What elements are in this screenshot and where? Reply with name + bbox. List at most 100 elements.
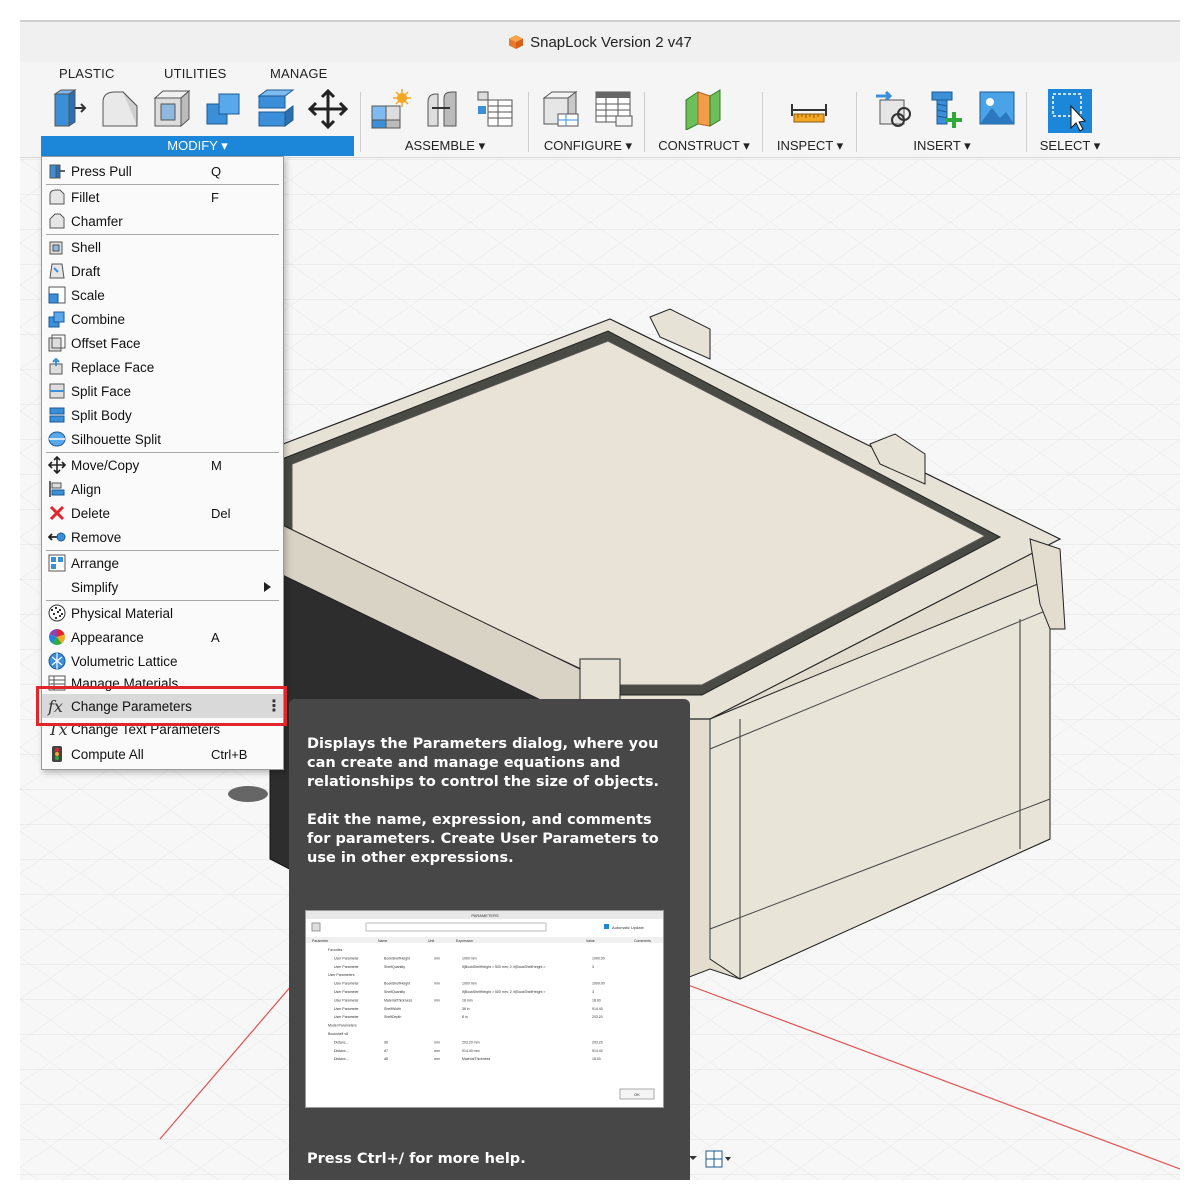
combine-icon[interactable] (203, 88, 245, 130)
menu-item-simplify[interactable]: Simplify (42, 575, 283, 599)
menu-item-label: Press Pull (71, 163, 132, 179)
measure-icon[interactable] (788, 88, 830, 130)
tooltip-help-hint: Press Ctrl+/ for more help. (307, 1151, 526, 1167)
split-body-icon[interactable] (255, 88, 297, 130)
assembly-table-icon[interactable] (474, 88, 516, 130)
tab-plastic[interactable]: PLASTIC (59, 66, 115, 81)
delete-icon (49, 505, 65, 521)
preview-cell: 914.40 mm (462, 1049, 480, 1053)
menu-item-align[interactable]: Align (42, 477, 283, 501)
tab-manage[interactable]: MANAGE (270, 66, 328, 81)
preview-cell: mm (434, 1049, 440, 1053)
menu-item-silhouette-split[interactable]: Silhouette Split (42, 427, 283, 451)
menu-item-remove[interactable]: Remove (42, 525, 283, 549)
menu-item-compute-all[interactable]: Compute All Ctrl+B (42, 742, 283, 766)
menu-item-press-pull[interactable]: Press Pull Q (42, 159, 283, 183)
insert-menu-button[interactable]: INSERT ▾ (866, 136, 1018, 156)
shortcut-key: A (211, 629, 220, 645)
insert-derive-icon[interactable] (872, 88, 914, 130)
appearance-icon (48, 629, 66, 646)
construct-menu-button[interactable]: CONSTRUCT ▾ (654, 136, 754, 156)
shortcut-key: Q (211, 163, 222, 179)
tooltip-details: Edit the name, expression, and comments … (307, 812, 659, 866)
menu-item-split-face[interactable]: Split Face (42, 379, 283, 403)
menu-item-label: Draft (71, 263, 101, 279)
preview-cell: User Parameter (334, 998, 360, 1002)
menu-item-physical-material[interactable]: Physical Material (42, 601, 283, 625)
menu-item-delete[interactable]: Delete Del (42, 501, 283, 525)
draft-icon (49, 263, 65, 279)
preview-cell: 3 (592, 965, 594, 969)
joint-icon[interactable] (422, 88, 464, 130)
configuration-table-icon[interactable] (592, 88, 634, 130)
preview-cell: Distanc... (334, 1040, 349, 1044)
new-component-icon[interactable] (370, 88, 412, 130)
preview-header-cell: Comments (634, 939, 651, 943)
preview-cell: 203.20 (592, 1040, 603, 1044)
menu-item-arrange[interactable]: Arrange (42, 551, 283, 575)
configure-model-icon[interactable] (540, 88, 582, 130)
construction-plane-icon[interactable] (682, 88, 724, 130)
menu-item-scale[interactable]: Scale (42, 283, 283, 307)
preview-checkbox (604, 924, 609, 929)
toolbar-divider (528, 92, 529, 152)
configure-menu-button[interactable]: CONFIGURE ▾ (538, 136, 638, 156)
tab-utilities[interactable]: UTILITIES (164, 66, 226, 81)
highlight-annotation-box (36, 686, 287, 726)
insert-canvas-icon[interactable] (976, 88, 1018, 130)
display-settings-icon[interactable] (688, 1148, 698, 1170)
inspect-menu-button[interactable]: INSPECT ▾ (772, 136, 848, 156)
menu-item-fillet[interactable]: Fillet F (42, 185, 283, 209)
preview-cell: User Parameter (334, 1007, 360, 1011)
preview-cell: User Parameter (334, 1015, 360, 1019)
menu-item-shell[interactable]: Shell (42, 235, 283, 259)
menu-item-split-body[interactable]: Split Body (42, 403, 283, 427)
modify-menu-button[interactable]: MODIFY ▾ (41, 136, 354, 156)
preview-cell: mm (434, 956, 440, 960)
select-menu-button[interactable]: SELECT ▾ (1036, 136, 1104, 156)
menu-item-offset-face[interactable]: Offset Face (42, 331, 283, 355)
menu-item-draft[interactable]: Draft (42, 259, 283, 283)
preview-cell: ShelfQuantity (384, 965, 405, 969)
document-title: SnapLock Version 2 v47 (530, 33, 692, 51)
menu-item-label: Combine (71, 311, 126, 327)
menu-item-volumetric-lattice[interactable]: Volumetric Lattice (42, 649, 283, 673)
modify-dropdown-menu: Press Pull Q Fillet F Chamfer Shell Draf… (41, 156, 284, 770)
preview-cell: if(BookShelfHeight > 500 mm; 2; if(BookS… (462, 990, 545, 994)
insert-mcmaster-icon[interactable] (924, 88, 966, 130)
menu-item-move-copy[interactable]: Move/Copy M (42, 453, 283, 477)
fillet-icon[interactable] (99, 88, 141, 130)
select-icon[interactable] (1047, 88, 1093, 134)
align-icon (49, 481, 65, 497)
preview-cell: User Parameter (334, 990, 360, 994)
move-copy-icon[interactable] (307, 88, 349, 130)
toolbar: MODIFY ▾ ASSEMBLE ▾ CONFIGURE ▾ CONSTRUC… (20, 86, 1180, 158)
preview-cell: Favorites (328, 948, 343, 952)
modify-group: MODIFY ▾ (41, 86, 354, 158)
document-cube-icon (509, 35, 524, 49)
menu-item-appearance[interactable]: Appearance A (42, 625, 283, 649)
grid-settings-icon[interactable] (702, 1148, 732, 1170)
move-copy-icon (48, 456, 66, 474)
preview-cell: 8 in (462, 1015, 468, 1019)
menu-item-combine[interactable]: Combine (42, 307, 283, 331)
preview-cell: Distanc... (334, 1057, 349, 1061)
menu-item-replace-face[interactable]: Replace Face (42, 355, 283, 379)
preview-cell: mm (434, 1057, 440, 1061)
combine-icon (48, 311, 65, 328)
preview-cell: 18.00 (592, 1057, 601, 1061)
toolbar-divider (360, 92, 361, 152)
shell-icon[interactable] (151, 88, 193, 130)
shortcut-key: Ctrl+B (211, 746, 248, 762)
shortcut-key: F (211, 189, 219, 205)
fillet-icon (49, 189, 65, 205)
menu-item-chamfer[interactable]: Chamfer (42, 209, 283, 233)
inspect-group: INSPECT ▾ (772, 86, 848, 158)
menu-item-label: Replace Face (71, 359, 155, 375)
preview-cell: BookShelfHeight (384, 982, 410, 986)
preview-cell: 1000.00 (592, 982, 605, 986)
press-pull-icon[interactable] (47, 88, 89, 130)
arrange-icon (48, 554, 66, 572)
menu-item-label: Physical Material (71, 605, 174, 621)
assemble-menu-button[interactable]: ASSEMBLE ▾ (370, 136, 520, 156)
